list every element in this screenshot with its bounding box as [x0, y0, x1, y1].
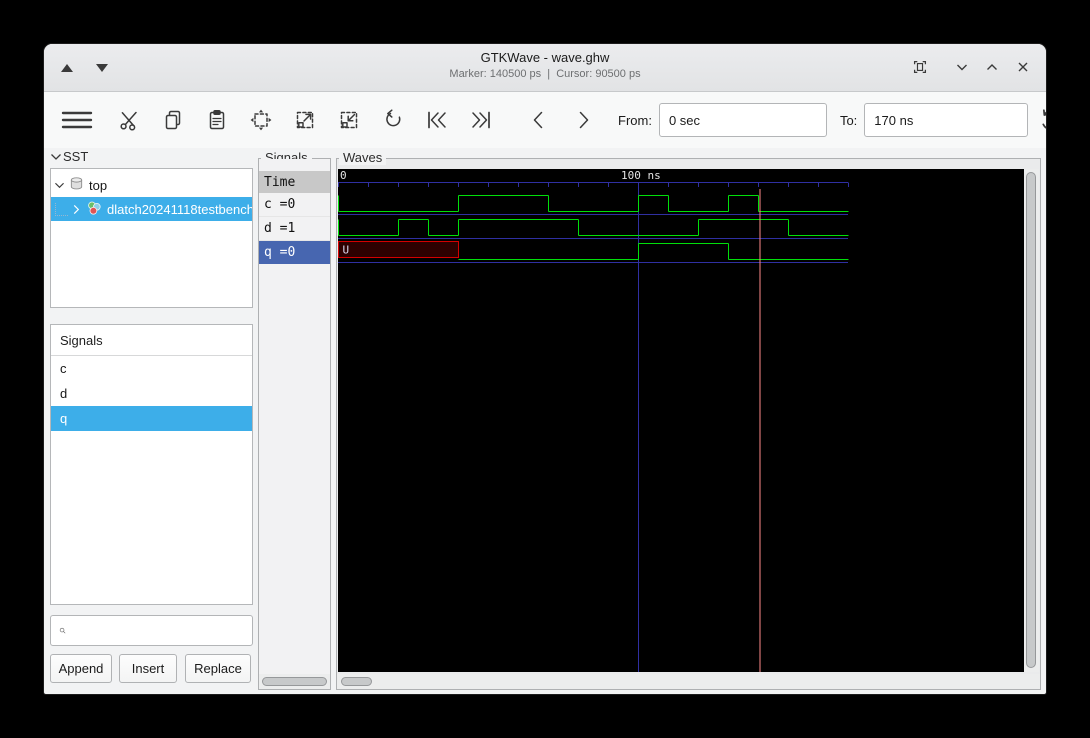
window-title: GTKWave - wave.ghw	[480, 50, 610, 65]
chevron-left-icon	[533, 111, 543, 129]
signal-list-item-d[interactable]: d	[51, 381, 252, 406]
module-icon	[69, 176, 84, 194]
tree-item-label: top	[89, 177, 108, 193]
insert-label: Insert	[131, 661, 165, 676]
signal-search-box	[50, 615, 253, 646]
tree-item-top[interactable]: top	[51, 173, 252, 197]
signal-list-item-c[interactable]: c	[51, 356, 252, 381]
wave-names-hscrollbar[interactable]	[259, 674, 330, 689]
skip-to-end-icon	[472, 111, 490, 129]
wave-value: =0	[279, 197, 296, 212]
signals-list-panel: Signals c d q	[50, 324, 253, 605]
replace-button[interactable]: Replace	[185, 654, 251, 683]
zoom-in-icon	[296, 111, 314, 129]
chevron-down-icon	[957, 64, 967, 71]
wave-canvas[interactable]: 0 100 ns U	[337, 169, 1025, 672]
wave-value: =1	[279, 221, 296, 236]
chevron-up-icon	[987, 64, 997, 70]
zoom-out-button[interactable]	[334, 102, 364, 138]
tree-guide-line	[55, 202, 68, 216]
from-input[interactable]	[658, 103, 827, 137]
wave-value: =0	[279, 245, 296, 260]
expander-open-icon[interactable]	[51, 181, 67, 190]
reload-button[interactable]	[1036, 102, 1046, 138]
time-header[interactable]: Time	[259, 171, 330, 193]
svg-text:100 ns: 100 ns	[621, 169, 661, 182]
from-label: From:	[618, 112, 652, 128]
expander-closed-icon[interactable]	[68, 204, 84, 215]
skip-to-start-icon	[428, 111, 446, 129]
to-input[interactable]	[864, 103, 1029, 137]
copy-button[interactable]	[158, 102, 188, 138]
fullscreen-button[interactable]	[910, 57, 930, 77]
append-label: Append	[58, 661, 104, 676]
wave-name-row-c[interactable]: c =0	[259, 193, 330, 217]
search-icon	[59, 627, 66, 634]
waveform-plot: 0 100 ns U	[337, 169, 849, 672]
wave-names-frame: Signals Time c =0 d =1 q =0	[258, 150, 331, 690]
skip-to-start-button[interactable]	[422, 102, 452, 138]
waves-vscrollbar[interactable]	[1024, 169, 1039, 672]
wave-name-row-d[interactable]: d =1	[259, 217, 330, 241]
reload-icon	[1042, 109, 1046, 129]
scrollbar-thumb[interactable]	[262, 677, 327, 686]
paste-button[interactable]	[202, 102, 232, 138]
waves-hscrollbar[interactable]	[337, 674, 1040, 689]
zoom-fit-button[interactable]	[246, 102, 276, 138]
zoom-out-icon	[340, 111, 358, 129]
svg-text:U: U	[343, 244, 350, 257]
close-button[interactable]	[1013, 57, 1033, 77]
signal-list-item-q[interactable]: q	[51, 406, 252, 431]
waves-frame-label: Waves	[339, 150, 387, 165]
fullscreen-icon	[913, 60, 927, 74]
zoom-in-button[interactable]	[290, 102, 320, 138]
toolbar: From: To:	[44, 92, 1046, 148]
close-icon	[1018, 62, 1028, 72]
tree-item-label: dlatch20241118testbench	[107, 201, 252, 217]
wave-name: c	[264, 197, 272, 212]
menu-icon	[61, 111, 93, 129]
wave-name-row-q[interactable]: q =0	[259, 241, 330, 264]
signal-label: c	[60, 361, 67, 376]
signal-label: q	[60, 411, 68, 426]
paste-icon	[209, 110, 225, 130]
undo-icon	[386, 109, 401, 127]
wave-names-body: Time c =0 d =1 q =0	[259, 159, 330, 674]
replace-label: Replace	[194, 661, 242, 676]
scrollbar-thumb[interactable]	[341, 677, 372, 686]
maximize-button[interactable]	[982, 57, 1002, 77]
insert-button[interactable]: Insert	[119, 654, 177, 683]
titlebar[interactable]: GTKWave - wave.ghw Marker: 140500 ps | C…	[44, 44, 1046, 92]
sst-tree: top dlatch20241118testbench	[50, 168, 253, 308]
append-button[interactable]: Append	[50, 654, 112, 683]
menu-button[interactable]	[54, 102, 100, 138]
architecture-icon	[86, 200, 102, 219]
cut-icon	[120, 111, 137, 131]
copy-icon	[165, 110, 181, 130]
marker-cursor-status: Marker: 140500 ps | Cursor: 90500 ps	[449, 68, 641, 80]
sst-expander-icon[interactable]	[50, 152, 62, 162]
scrollbar-thumb[interactable]	[1026, 172, 1036, 668]
wave-name: d	[264, 221, 272, 236]
search-input[interactable]	[72, 622, 252, 639]
to-label: To:	[839, 112, 858, 128]
waves-frame: Waves 0 100 ns U	[336, 150, 1041, 690]
skip-to-end-button[interactable]	[466, 102, 496, 138]
pan-left-button[interactable]	[524, 102, 554, 138]
pan-right-button[interactable]	[568, 102, 598, 138]
sst-header-label: SST	[63, 149, 89, 164]
svg-text:0: 0	[340, 169, 347, 182]
cut-button[interactable]	[114, 102, 144, 138]
chevron-right-icon	[579, 111, 589, 129]
signal-label: d	[60, 386, 68, 401]
signals-list-header: Signals	[51, 325, 252, 356]
zoom-fit-icon	[250, 109, 272, 131]
minimize-button[interactable]	[952, 57, 972, 77]
wave-name: q	[264, 245, 272, 260]
gtkwave-window: GTKWave - wave.ghw Marker: 140500 ps | C…	[44, 44, 1046, 694]
undo-button[interactable]	[378, 102, 408, 138]
tree-item-dlatch[interactable]: dlatch20241118testbench	[51, 197, 252, 221]
